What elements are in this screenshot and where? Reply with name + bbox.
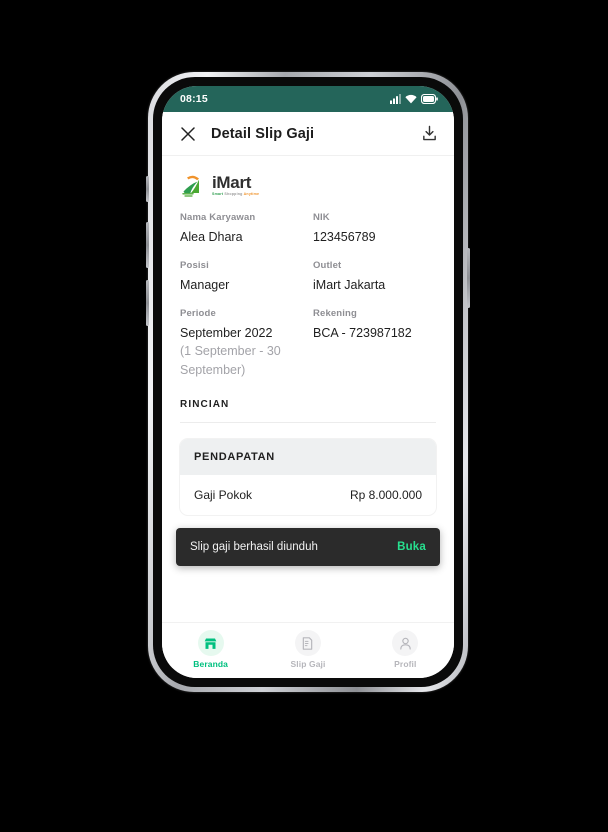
nav-label: Profil (394, 659, 417, 669)
status-bar-clock: 08:15 (180, 93, 208, 105)
snackbar: Slip gaji berhasil diunduh Buka (176, 528, 440, 566)
rincian-section-title: RINCIAN (180, 398, 230, 410)
brand-text: iMart Smart Shopping Anytime (212, 174, 259, 197)
nav-item-slip-gaji[interactable]: Slip Gaji (259, 630, 356, 669)
power-button[interactable] (467, 248, 470, 308)
phone-bezel: 08:15 Detail Slip Gaji iMart Smart Shopp… (153, 77, 463, 687)
detail-value: iMart Jakarta (313, 278, 386, 293)
phone-frame: 08:15 Detail Slip Gaji iMart Smart Shopp… (146, 72, 470, 692)
snackbar-message: Slip gaji berhasil diunduh (190, 541, 318, 553)
signal-icon (390, 94, 401, 104)
section-divider (180, 421, 436, 423)
detail-label: Posisi (180, 260, 209, 272)
detail-field-nik: NIK 123456789 (313, 212, 436, 260)
row-name: Gaji Pokok (194, 487, 253, 502)
brand-name: iMart (212, 172, 252, 192)
volume-up-button[interactable] (146, 222, 149, 268)
bottom-navigation: Beranda Slip Gaji Profil (162, 622, 454, 678)
content-area: iMart Smart Shopping Anytime Nama Karyaw… (162, 156, 454, 622)
brand-tagline-part-2: Shopping (224, 191, 243, 196)
detail-field-outlet: Outlet iMart Jakarta (313, 260, 436, 308)
brand-tagline: Smart Shopping Anytime (212, 191, 260, 197)
download-icon[interactable] (418, 123, 440, 145)
nav-item-beranda[interactable]: Beranda (162, 630, 259, 669)
pendapatan-card: PENDAPATAN Gaji Pokok Rp 8.000.000 (180, 438, 436, 515)
mute-switch-button[interactable] (146, 176, 149, 202)
detail-value: BCA - 723987182 (313, 326, 412, 341)
brand-tagline-part-1: Smart (212, 191, 224, 196)
screenshot-stage: 08:15 Detail Slip Gaji iMart Smart Shopp… (0, 0, 608, 832)
detail-label: NIK (313, 212, 330, 223)
document-icon (294, 630, 321, 656)
app-bar: Detail Slip Gaji (162, 112, 454, 156)
snackbar-action-button[interactable]: Buka (397, 541, 426, 553)
detail-value: 123456789 (313, 230, 376, 244)
detail-subvalue: (1 September - 30 September) (180, 344, 281, 377)
close-icon[interactable] (177, 123, 199, 145)
nav-label: Slip Gaji (290, 659, 326, 669)
store-icon (197, 630, 224, 656)
employee-details-grid: Nama Karyawan Alea Dhara NIK 123456789 P… (162, 208, 454, 393)
detail-label: Periode (180, 308, 216, 320)
imart-logo-icon (182, 175, 199, 197)
wifi-icon (405, 94, 417, 104)
battery-icon (421, 94, 438, 104)
detail-label: Rekening (313, 308, 357, 320)
detail-field-rekening: Rekening BCA - 723987182 (313, 308, 436, 392)
detail-field-posisi: Posisi Manager (180, 260, 303, 308)
status-bar: 08:15 (162, 86, 454, 112)
nav-label: Beranda (193, 659, 229, 669)
brand-logo: iMart Smart Shopping Anytime (162, 156, 454, 208)
nav-item-profil[interactable]: Profil (357, 630, 454, 669)
page-title: Detail Slip Gaji (211, 125, 315, 142)
table-row: Gaji Pokok Rp 8.000.000 (180, 475, 436, 515)
detail-value: September 2022 (180, 326, 273, 341)
detail-field-periode: Periode September 2022 (1 September - 30… (180, 308, 303, 392)
phone-screen: 08:15 Detail Slip Gaji iMart Smart Shopp… (162, 86, 454, 678)
volume-down-button[interactable] (146, 280, 149, 326)
detail-label: Nama Karyawan (180, 212, 256, 223)
detail-field-nama-karyawan: Nama Karyawan Alea Dhara (180, 212, 303, 260)
row-amount: Rp 8.000.000 (349, 487, 422, 502)
detail-value: Manager (180, 278, 230, 293)
person-icon (392, 630, 419, 656)
pendapatan-card-header: PENDAPATAN (180, 438, 436, 475)
status-bar-icons (390, 94, 438, 104)
brand-tagline-part-3: Anytime (243, 191, 260, 196)
detail-label: Outlet (313, 260, 342, 272)
detail-value: Alea Dhara (180, 230, 243, 244)
